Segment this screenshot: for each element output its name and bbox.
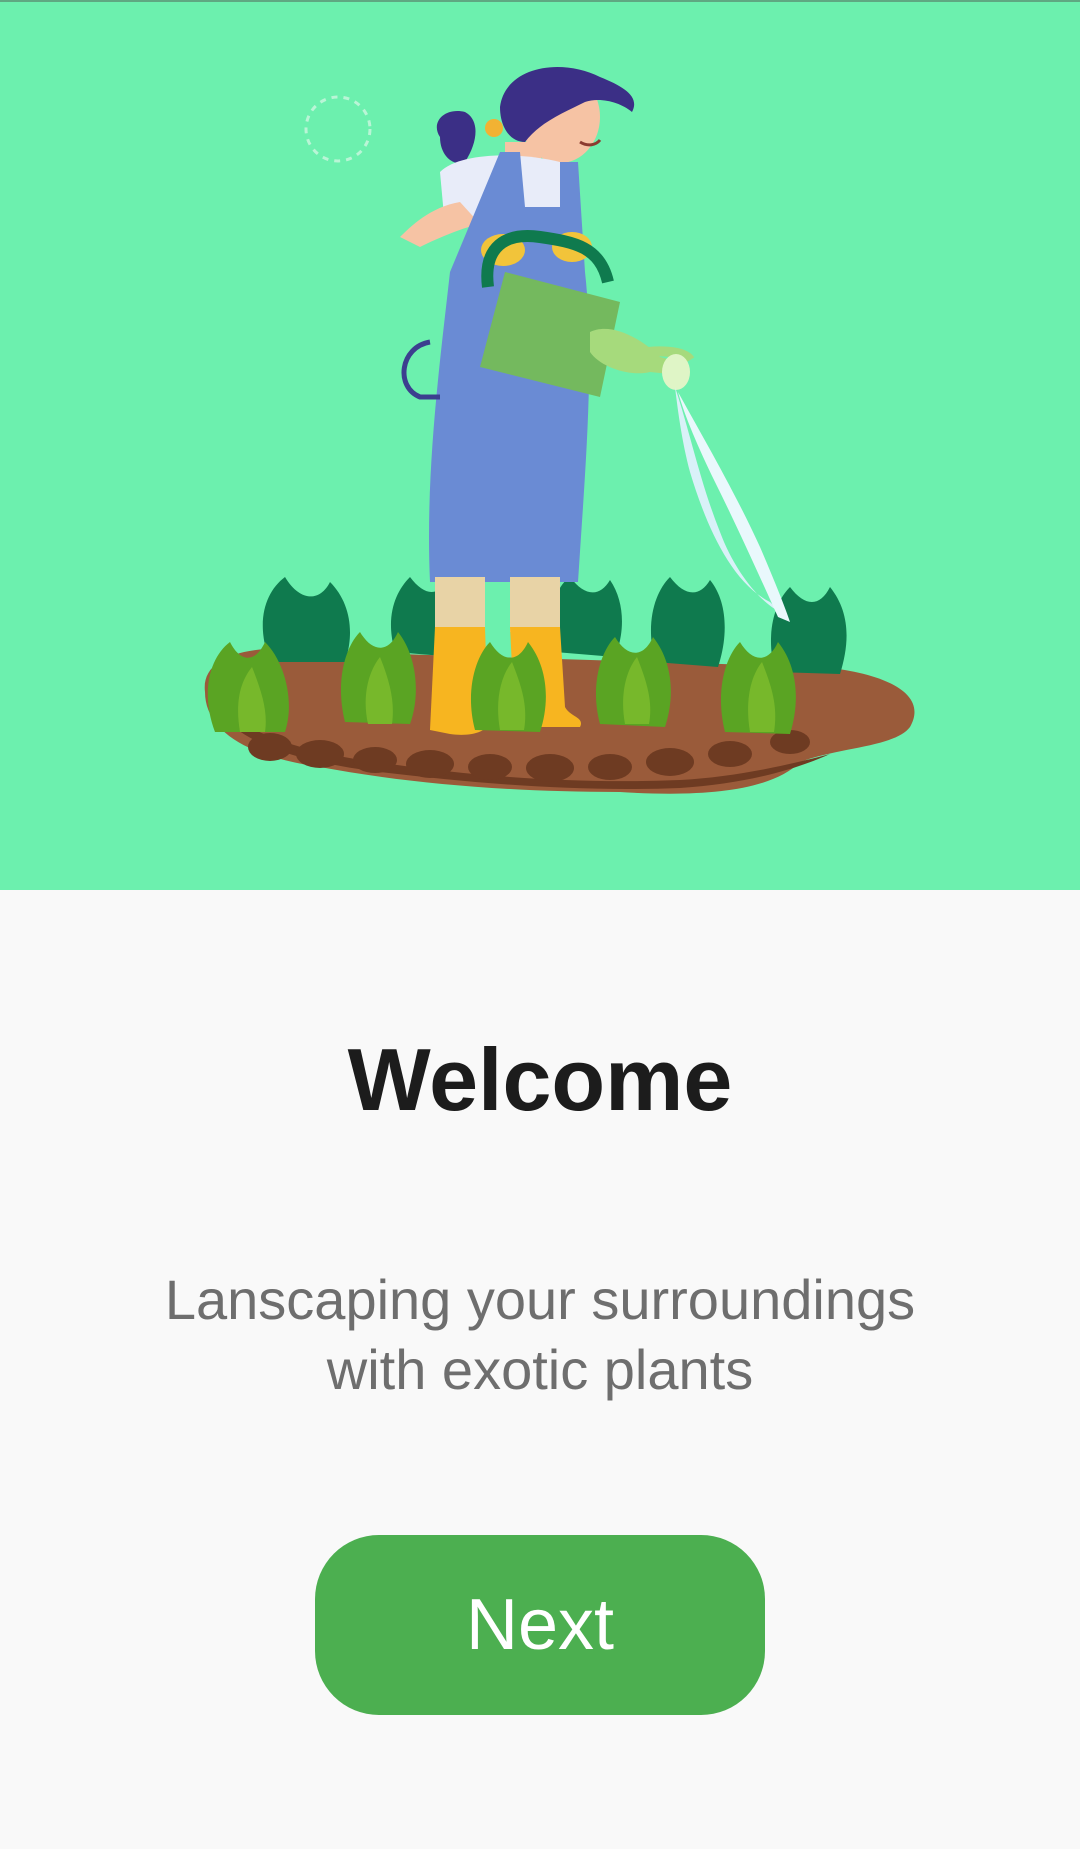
gardener-watering-plants-illustration [204, 67, 915, 794]
next-button[interactable]: Next [315, 1535, 765, 1715]
onboarding-screen: Welcome Lanscaping your surroundings wit… [0, 0, 1080, 1849]
subtitle-line-1: Lanscaping your surroundings [164, 1268, 916, 1331]
welcome-subtitle: Lanscaping your surroundings with exotic… [90, 1265, 990, 1405]
hero-illustration-panel [0, 0, 1080, 890]
subtitle-line-2: with exotic plants [326, 1338, 754, 1401]
welcome-title: Welcome [347, 1030, 733, 1129]
